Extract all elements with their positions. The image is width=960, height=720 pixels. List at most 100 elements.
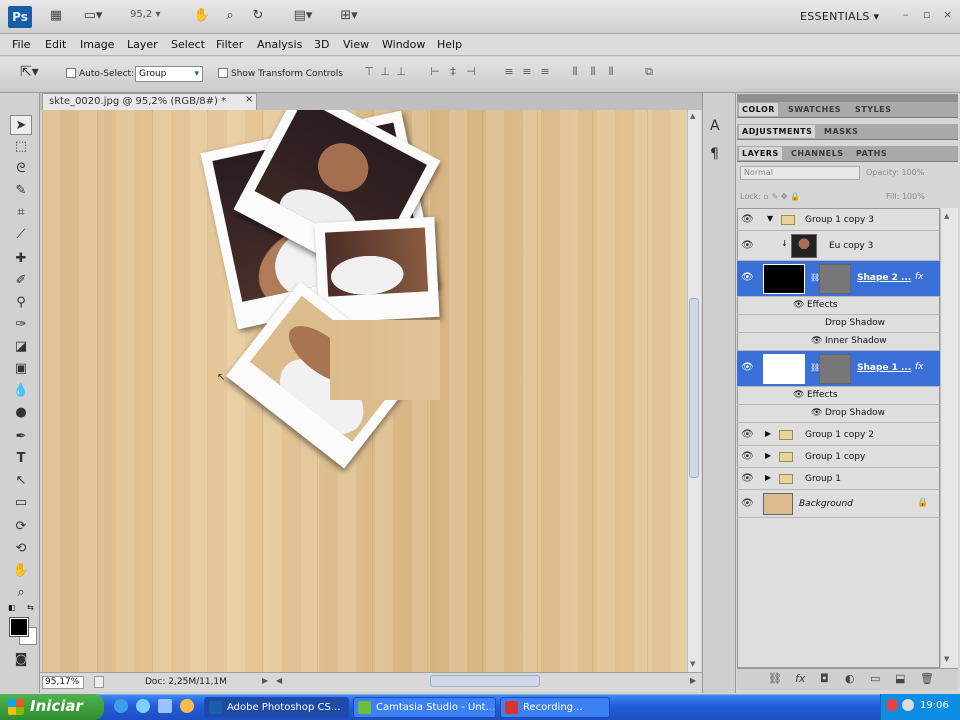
- gradient-tool-icon[interactable]: ▣: [10, 359, 32, 379]
- scroll-left-icon[interactable]: ◀: [276, 676, 282, 685]
- view-extras-icon[interactable]: ▭▾: [78, 7, 108, 25]
- close-button[interactable]: ×: [943, 8, 952, 21]
- lock-controls[interactable]: Lock: ▫ ✎ ✥ 🔒: [740, 192, 800, 201]
- tab-layers[interactable]: LAYERS: [739, 147, 782, 160]
- visibility-eye-icon[interactable]: 👁: [741, 429, 754, 440]
- visibility-eye-icon[interactable]: 👁: [741, 451, 754, 462]
- effects-eye-icon[interactable]: 👁: [793, 300, 804, 310]
- link-layers-icon[interactable]: ⛓: [768, 672, 782, 685]
- auto-align-layers-icon[interactable]: ⧉: [642, 65, 656, 81]
- menu-layer[interactable]: Layer: [127, 38, 158, 51]
- zoom-status-field[interactable]: 95,17%: [42, 676, 84, 689]
- add-mask-icon[interactable]: ◘: [820, 672, 829, 685]
- menu-window[interactable]: Window: [382, 38, 425, 51]
- default-colors-icon[interactable]: ◧: [8, 603, 16, 612]
- distribute-left-icon[interactable]: ⦀: [568, 65, 582, 81]
- quick-selection-tool-icon[interactable]: ✎: [10, 181, 32, 201]
- restore-button[interactable]: ▫: [923, 8, 930, 21]
- effect-row-drop-shadow[interactable]: 👁 Drop Shadow: [737, 405, 940, 423]
- taskbar-photoshop[interactable]: Adobe Photoshop CS...: [204, 697, 349, 718]
- tab-color[interactable]: COLOR: [739, 103, 778, 116]
- new-layer-icon[interactable]: ⬓: [895, 672, 905, 685]
- status-menu-arrow-icon[interactable]: ▶: [262, 676, 268, 685]
- align-vcenter-icon[interactable]: ⊥: [378, 65, 392, 81]
- expand-arrow-icon[interactable]: ▶: [765, 429, 771, 438]
- menu-image[interactable]: Image: [80, 38, 114, 51]
- effect-eye-icon[interactable]: 👁: [811, 336, 822, 346]
- visibility-eye-icon[interactable]: 👁: [741, 214, 754, 225]
- scroll-right-icon[interactable]: ▶: [690, 676, 696, 685]
- menu-edit[interactable]: Edit: [45, 38, 66, 51]
- align-bottom-icon[interactable]: ⊥: [394, 65, 408, 81]
- scroll-up-icon[interactable]: ▲: [690, 112, 695, 120]
- swap-colors-icon[interactable]: ⇆: [27, 603, 34, 612]
- zoom-level-select[interactable]: 95,2 ▾: [130, 9, 160, 20]
- align-left-icon[interactable]: ⊢: [428, 65, 442, 81]
- visibility-eye-icon[interactable]: 👁: [741, 362, 754, 373]
- vertical-scroll-thumb[interactable]: [689, 298, 699, 478]
- menu-file[interactable]: File: [12, 38, 30, 51]
- 3d-rotate-tool-icon[interactable]: ⟳: [10, 517, 32, 537]
- move-tool-preset-icon[interactable]: ⇱▾: [20, 64, 39, 80]
- distribute-hcenter-icon[interactable]: ⦀: [586, 65, 600, 81]
- zoom-tool-icon[interactable]: ⌕: [220, 7, 240, 25]
- trash-icon[interactable]: 🗑: [920, 672, 934, 685]
- hand-tool-icon-2[interactable]: ✋: [10, 561, 32, 581]
- tray-volume-icon[interactable]: [902, 699, 914, 711]
- taskbar-camtasia[interactable]: Camtasia Studio - Unt...: [353, 697, 496, 718]
- move-tool-icon[interactable]: ➤: [10, 115, 32, 135]
- visibility-eye-icon[interactable]: 👁: [741, 473, 754, 484]
- visibility-eye-icon[interactable]: 👁: [741, 498, 754, 509]
- rotate-view-icon[interactable]: ↻: [248, 7, 268, 25]
- expand-arrow-icon[interactable]: ▶: [765, 473, 771, 482]
- collapse-arrow-icon[interactable]: ▼: [767, 214, 773, 223]
- auto-select-dropdown[interactable]: Group ▾: [135, 66, 203, 82]
- quicklaunch-ie-icon[interactable]: [114, 699, 128, 713]
- document-canvas[interactable]: ↖: [42, 110, 687, 672]
- tab-channels[interactable]: CHANNELS: [791, 149, 843, 158]
- quicklaunch-browser-icon[interactable]: [136, 699, 150, 713]
- align-hcenter-icon[interactable]: ‡: [446, 65, 460, 81]
- document-tab[interactable]: skte_0020.jpg @ 95,2% (RGB/8#) *: [42, 93, 257, 110]
- distribute-top-icon[interactable]: ≡: [502, 65, 516, 81]
- paragraph-panel-icon[interactable]: ¶: [710, 146, 719, 162]
- show-transform-checkbox[interactable]: Show Transform Controls: [218, 68, 343, 79]
- dodge-tool-icon[interactable]: ●: [10, 403, 32, 423]
- close-document-icon[interactable]: ×: [245, 94, 253, 105]
- layers-scroll-up-icon[interactable]: ▲: [944, 212, 949, 220]
- screen-mode-icon[interactable]: ⊞▾: [334, 7, 364, 25]
- layer-row-group1copy[interactable]: 👁 ▶ Group 1 copy: [737, 446, 940, 468]
- quicklaunch-app-icon[interactable]: [180, 699, 194, 713]
- opacity-field[interactable]: Opacity: 100%: [866, 168, 924, 177]
- blur-tool-icon[interactable]: 💧: [10, 381, 32, 401]
- foreground-color-swatch[interactable]: [9, 617, 29, 637]
- zoom-tool-icon-2[interactable]: ⌕: [10, 583, 32, 603]
- pen-tool-icon[interactable]: ✒: [10, 427, 32, 447]
- crop-tool-icon[interactable]: ⌗: [10, 203, 32, 223]
- horizontal-scroll-thumb[interactable]: [430, 675, 540, 687]
- menu-analysis[interactable]: Analysis: [257, 38, 302, 51]
- tab-adjustments[interactable]: ADJUSTMENTS: [739, 125, 816, 138]
- type-tool-icon[interactable]: T: [10, 449, 32, 469]
- eyedropper-tool-icon[interactable]: ⟋: [10, 225, 32, 245]
- layers-scrollbar[interactable]: [940, 208, 958, 668]
- distribute-right-icon[interactable]: ⦀: [604, 65, 618, 81]
- add-style-icon[interactable]: fx: [795, 672, 805, 685]
- character-panel-icon[interactable]: A: [710, 118, 720, 134]
- visibility-eye-icon[interactable]: 👁: [741, 240, 754, 251]
- expand-arrow-icon[interactable]: ▶: [765, 451, 771, 460]
- menu-filter[interactable]: Filter: [216, 38, 243, 51]
- layer-row-group1copy2[interactable]: 👁 ▶ Group 1 copy 2: [737, 424, 940, 446]
- layer-row-shape2[interactable]: 👁 ⛓ Shape 2 ... fx: [737, 261, 940, 297]
- effects-row[interactable]: 👁 Effects: [737, 387, 940, 405]
- layer-row-group1[interactable]: 👁 ▶ Group 1: [737, 468, 940, 490]
- scroll-down-icon[interactable]: ▼: [690, 660, 695, 668]
- layer-row-eucopy3[interactable]: 👁 ↓ Eu copy 3: [737, 231, 940, 261]
- tab-masks[interactable]: MASKS: [824, 127, 858, 136]
- menu-3d[interactable]: 3D: [314, 38, 329, 51]
- brush-tool-icon[interactable]: ✐: [10, 271, 32, 291]
- layer-row-shape1[interactable]: 👁 ⛓ Shape 1 ... fx: [737, 351, 940, 387]
- auto-select-checkbox[interactable]: Auto-Select:: [66, 68, 134, 79]
- shape-tool-icon[interactable]: ▭: [10, 493, 32, 513]
- tab-paths[interactable]: PATHS: [856, 149, 887, 158]
